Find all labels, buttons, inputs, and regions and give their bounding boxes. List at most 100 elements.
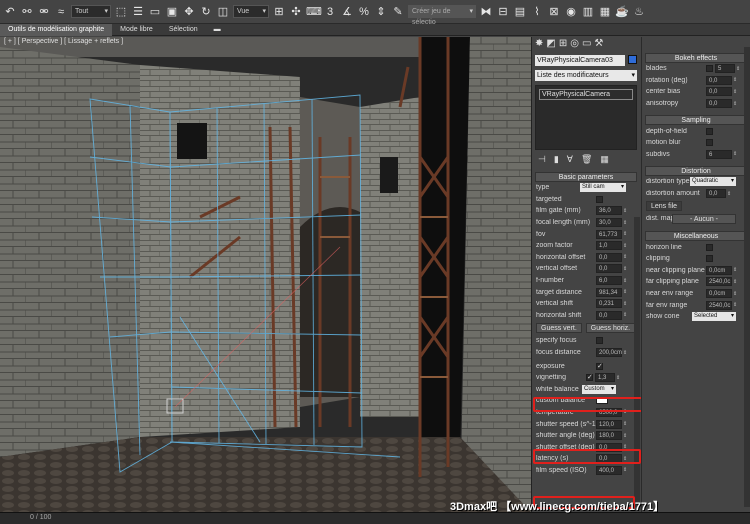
spinner-snap-icon[interactable]: ⇕ <box>374 5 388 19</box>
misc-param-field[interactable]: 0,0cm <box>706 265 732 275</box>
object-name-field[interactable]: VRayPhysicalCamera03 <box>535 55 625 66</box>
render-icon[interactable]: ☕ <box>615 5 629 19</box>
spinner-arrows-icon[interactable]: ⇕ <box>623 278 627 284</box>
layer-icon[interactable]: ▤ <box>513 5 527 19</box>
bokeh-param-field[interactable]: 0,0 <box>706 75 732 85</box>
bokeh-param-field[interactable]: 0,0 <box>706 87 732 97</box>
ribbon-toggle-icon[interactable]: ▬ <box>206 24 229 36</box>
spinner-arrows-icon[interactable]: ⇕ <box>733 302 737 308</box>
schematic-icon[interactable]: ⊠ <box>547 5 561 19</box>
window-crossing-icon[interactable]: ▣ <box>165 5 179 19</box>
sampling-param-field[interactable]: 6 <box>706 149 732 159</box>
material-editor-icon[interactable]: ◉ <box>564 5 578 19</box>
camera-param-field[interactable]: 0,0 <box>596 264 622 274</box>
camera-param-field[interactable]: 1,0 <box>596 241 622 251</box>
specify-focus-checkbox[interactable] <box>596 337 603 345</box>
make-unique-icon[interactable]: ∀ <box>567 154 573 165</box>
manipulate-icon[interactable]: ✣ <box>289 5 303 19</box>
sampling-header[interactable]: Sampling <box>645 115 747 126</box>
film-speed-field[interactable]: 400,0 <box>596 465 622 475</box>
keyboard-shortcut-icon[interactable]: ⌨ <box>306 5 322 19</box>
spinner-arrows-icon[interactable]: ⇕ <box>623 220 627 226</box>
camera-param-checkbox[interactable] <box>596 195 603 203</box>
configure-sets-icon[interactable]: ▦ <box>600 154 609 165</box>
spinner-arrows-icon[interactable]: ⇕ <box>733 77 737 83</box>
misc-param-checkbox[interactable] <box>706 243 713 251</box>
scale-icon[interactable]: ◫ <box>216 5 230 19</box>
lens-file-button[interactable]: Lens file <box>646 200 683 211</box>
dist-map-button[interactable]: - Aucun - <box>672 213 736 224</box>
camera-param-field[interactable]: 61,773 <box>596 229 622 239</box>
remove-modifier-icon[interactable]: 🗑 <box>581 154 592 165</box>
reference-coord-dropdown[interactable]: Vue <box>233 5 269 18</box>
rotate-icon[interactable]: ↻ <box>199 5 213 19</box>
render-setup-icon[interactable]: ▥ <box>581 5 595 19</box>
curve-editor-icon[interactable]: ⌇ <box>530 5 544 19</box>
distortion-amount-field[interactable]: 0,0 <box>706 189 726 199</box>
spinner-arrows-icon[interactable]: ⇕ <box>623 231 627 237</box>
misc-param-checkbox[interactable] <box>706 255 713 263</box>
render-frame-icon[interactable]: ▦ <box>598 5 612 19</box>
move-icon[interactable]: ✥ <box>182 5 196 19</box>
utilities-tab-icon[interactable]: ⚒ <box>594 37 603 51</box>
spinner-arrows-icon[interactable]: ⇕ <box>733 151 737 157</box>
spinner-arrows-icon[interactable]: ⇕ <box>733 89 737 95</box>
spinner-arrows-icon[interactable]: ⇕ <box>623 312 627 318</box>
camera-param-field[interactable]: 30,0 <box>596 218 622 228</box>
distortion-header[interactable]: Distortion <box>645 166 747 177</box>
perspective-viewport[interactable]: [ + ] [ Perspective ] [ Lissage + reflet… <box>0 37 531 512</box>
spinner-arrows-icon[interactable]: ⇕ <box>733 279 737 285</box>
tab-graphite-modeling[interactable]: Outils de modélisation graphite <box>0 23 113 36</box>
focus-distance-field[interactable]: 200,0cm <box>596 348 622 358</box>
pivot-icon[interactable]: ⊞ <box>272 5 286 19</box>
mirror-icon[interactable]: ⧓ <box>479 5 493 19</box>
sampling-param-checkbox[interactable] <box>706 127 713 135</box>
camera-param-field[interactable]: 981,34 <box>596 287 622 297</box>
percent-snap-icon[interactable]: % <box>357 5 371 19</box>
stack-item[interactable]: VRayPhysicalCamera <box>539 89 633 100</box>
bokeh-param-checkbox[interactable] <box>706 65 713 73</box>
named-selection-set-dropdown[interactable]: Créer jeu de sélectio <box>408 5 476 26</box>
camera-param-field[interactable]: 6,0 <box>596 276 622 286</box>
unlink-icon[interactable]: ⚮ <box>37 5 51 19</box>
guess-vert-button[interactable]: Guess vert. <box>536 323 582 334</box>
white-balance-select[interactable]: Custom <box>582 384 616 394</box>
misc-param-field[interactable]: 2540,0c <box>706 300 732 310</box>
spinner-arrows-icon[interactable]: ⇕ <box>733 267 737 273</box>
type-select[interactable]: Still cam <box>580 183 626 193</box>
bokeh-header[interactable]: Bokeh effects <box>645 53 747 63</box>
spinner-arrows-icon[interactable]: ⇕ <box>736 66 740 72</box>
shutter-angle-field[interactable]: 180,0 <box>596 431 622 441</box>
camera-param-field[interactable]: 0,0 <box>596 252 622 262</box>
camera-param-field[interactable]: 36,0 <box>596 206 622 216</box>
edit-named-sel-icon[interactable]: ✎ <box>391 5 405 19</box>
angle-snap-icon[interactable]: ∡ <box>340 5 354 19</box>
viewport-label[interactable]: [ + ] [ Perspective ] [ Lissage + reflet… <box>4 38 123 45</box>
tab-freeform[interactable]: Mode libre <box>112 24 161 36</box>
link-icon[interactable]: ⚯ <box>20 5 34 19</box>
spinner-arrows-icon[interactable]: ⇕ <box>733 291 737 297</box>
snap-toggle-icon[interactable]: 3 <box>323 5 337 19</box>
object-color-swatch[interactable] <box>628 55 637 64</box>
bind-spacewarp-icon[interactable]: ≈ <box>54 5 68 19</box>
vignetting-field[interactable]: 1,3 <box>594 373 615 383</box>
guess-horiz-button[interactable]: Guess horiz. <box>585 323 636 334</box>
show-end-result-icon[interactable]: ▮ <box>554 154 559 165</box>
pin-stack-icon[interactable]: ⊣ <box>538 154 546 165</box>
selection-filter-dropdown[interactable]: Tout <box>71 5 111 18</box>
modify-tab-icon[interactable]: ◩ <box>546 37 555 51</box>
vignetting-checkbox[interactable]: ✓ <box>586 374 593 382</box>
spinner-arrows-icon[interactable]: ⇕ <box>623 208 627 214</box>
tab-selection[interactable]: Sélection <box>161 24 206 36</box>
spinner-arrows-icon[interactable]: ⇕ <box>733 101 737 107</box>
modifier-list-dropdown[interactable]: Liste des modificateurs <box>535 70 637 81</box>
bokeh-param-field[interactable]: 5 <box>715 64 735 74</box>
undo-icon[interactable]: ↶ <box>3 5 17 19</box>
motion-tab-icon[interactable]: ◎ <box>570 37 579 51</box>
align-icon[interactable]: ⊟ <box>496 5 510 19</box>
render-production-icon[interactable]: ♨ <box>632 5 646 19</box>
select-by-name-icon[interactable]: ☰ <box>131 5 145 19</box>
shutter-speed-field[interactable]: 120,0 <box>596 419 622 429</box>
display-tab-icon[interactable]: ▭ <box>582 37 591 51</box>
misc-param-field[interactable]: 0,0cm <box>706 289 732 299</box>
